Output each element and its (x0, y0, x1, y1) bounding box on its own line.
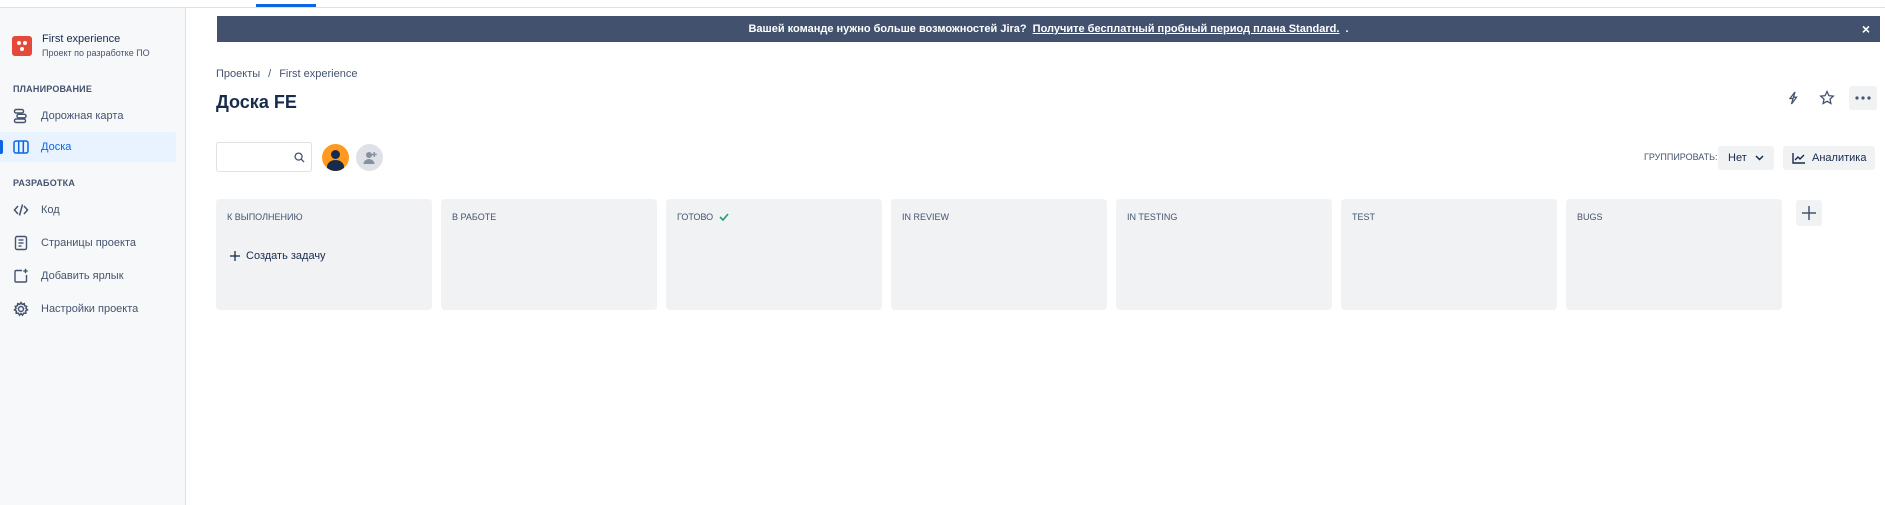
board-column-todo: К выполнению Создать задачу (216, 199, 432, 310)
group-by-select[interactable]: Нет (1718, 146, 1774, 170)
project-header[interactable]: First experience Проект по разработке ПО (12, 32, 150, 59)
column-title: BUGS (1577, 212, 1603, 222)
more-actions-button[interactable] (1849, 86, 1877, 110)
lightning-icon (1788, 91, 1798, 105)
star-icon (1819, 90, 1835, 105)
breadcrumb: Проекты / First experience (216, 68, 357, 80)
sidebar-item-project-settings[interactable]: Настройки проекта (0, 294, 176, 324)
board-icon (13, 140, 29, 154)
add-person-icon (363, 151, 377, 164)
sidebar-item-board[interactable]: Доска (0, 132, 176, 162)
board-column-done: Готово (666, 199, 882, 310)
sidebar-item-label: Код (41, 204, 60, 216)
project-sidebar: First experience Проект по разработке ПО… (0, 8, 186, 505)
check-icon (719, 213, 729, 221)
sidebar-item-add-shortcut[interactable]: Добавить ярлык (0, 261, 176, 291)
sidebar-item-label: Доска (41, 141, 72, 153)
column-title: Готово (677, 212, 729, 222)
group-by-label: ГРУППИРОВАТЬ: (1644, 152, 1718, 162)
user-avatar[interactable] (322, 144, 349, 171)
search-icon (294, 152, 305, 163)
gear-icon (13, 301, 29, 317)
group-by-value: Нет (1728, 152, 1747, 164)
project-type: Проект по разработке ПО (42, 48, 150, 58)
column-title: В работе (452, 212, 497, 222)
section-planning: ПЛАНИРОВАНИЕ (13, 84, 93, 94)
column-title: TEST (1352, 212, 1376, 222)
plus-icon (230, 251, 240, 261)
plus-icon (1802, 206, 1816, 220)
more-icon (1855, 96, 1871, 100)
sidebar-item-label: Страницы проекта (41, 237, 136, 249)
project-avatar (12, 36, 32, 56)
sidebar-item-label: Настройки проекта (41, 303, 139, 315)
chevron-down-icon (1755, 155, 1764, 161)
column-title: IN TESTING (1127, 212, 1178, 222)
chart-icon (1792, 153, 1805, 164)
section-development: РАЗРАБОТКА (13, 178, 76, 188)
add-shortcut-icon (14, 268, 28, 283)
top-navigation-edge (0, 0, 1885, 8)
create-issue-label: Создать задачу (246, 250, 326, 262)
breadcrumb-separator: / (268, 68, 272, 80)
sidebar-item-project-pages[interactable]: Страницы проекта (0, 228, 176, 258)
title-actions (1781, 86, 1877, 110)
project-name: First experience (42, 33, 121, 45)
column-title: К выполнению (227, 212, 303, 222)
column-title: IN REVIEW (902, 212, 950, 222)
page-title: Доска FE (216, 92, 297, 112)
trial-link[interactable]: Получите бесплатный пробный период плана… (1033, 23, 1340, 35)
star-button[interactable] (1815, 86, 1839, 110)
breadcrumb-project-link[interactable]: First experience (279, 68, 357, 80)
roadmap-icon (13, 108, 27, 124)
board-column-in-review: IN REVIEW (891, 199, 1107, 310)
close-banner-button[interactable]: × (1862, 21, 1870, 37)
add-column-button[interactable] (1796, 200, 1822, 226)
analytics-label: Аналитика (1812, 152, 1867, 164)
analytics-button[interactable]: Аналитика (1783, 146, 1876, 170)
active-tab-indicator (256, 4, 316, 7)
board-column-test: TEST (1341, 199, 1557, 310)
code-icon (13, 204, 29, 216)
sidebar-item-label: Дорожная карта (41, 110, 124, 122)
banner-text: Вашей команде нужно больше возможностей … (748, 23, 1027, 35)
board-column-in-progress: В работе (441, 199, 657, 310)
lightning-button[interactable] (1781, 86, 1805, 110)
board-column-bugs: BUGS (1566, 199, 1782, 310)
breadcrumb-projects-link[interactable]: Проекты (216, 68, 260, 80)
add-people-button[interactable] (356, 144, 383, 171)
banner-suffix: . (1345, 23, 1349, 35)
sidebar-item-code[interactable]: Код (0, 195, 176, 225)
sidebar-item-label: Добавить ярлык (41, 270, 124, 282)
board-column-in-testing: IN TESTING (1116, 199, 1332, 310)
board-search-input[interactable] (216, 142, 312, 172)
create-issue-button[interactable]: Создать задачу (230, 250, 326, 262)
pages-icon (14, 235, 28, 251)
sidebar-item-roadmap[interactable]: Дорожная карта (0, 101, 176, 131)
upgrade-banner: Вашей команде нужно больше возможностей … (217, 16, 1880, 42)
